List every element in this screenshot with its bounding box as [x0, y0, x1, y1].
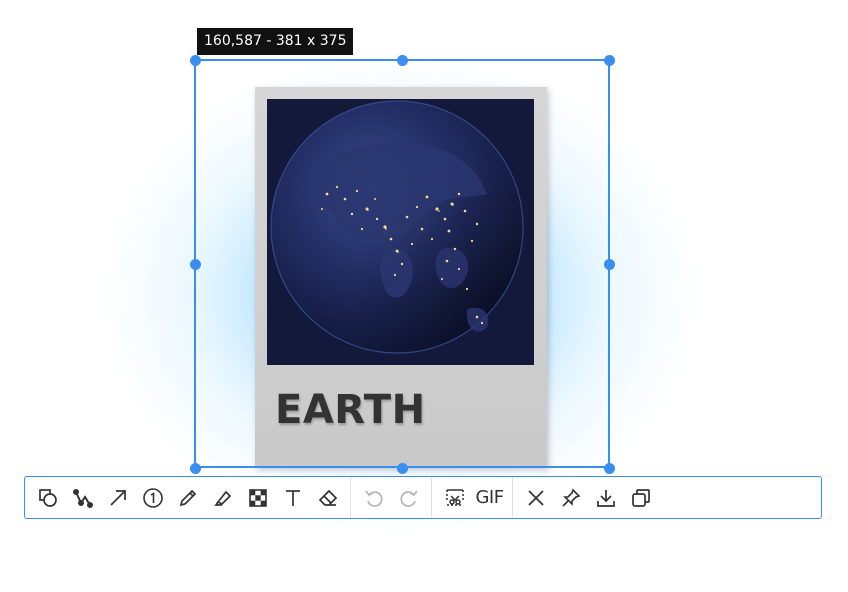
bezier-icon	[72, 488, 93, 508]
close-button[interactable]	[518, 477, 553, 518]
save-button[interactable]	[588, 477, 623, 518]
undo-icon	[364, 489, 383, 507]
drawing-tools-group	[25, 477, 350, 518]
eraser-icon	[318, 489, 337, 506]
undo-button[interactable]	[356, 477, 391, 518]
resize-handle-bottom[interactable]	[396, 462, 408, 474]
capture-group: GIF	[432, 477, 512, 518]
resize-handle-bottom-right[interactable]	[603, 462, 615, 474]
selection-box[interactable]	[194, 59, 610, 468]
pencil-icon	[179, 489, 196, 506]
redo-button[interactable]	[391, 477, 426, 518]
shapes-icon	[38, 488, 57, 507]
pin-button[interactable]	[553, 477, 588, 518]
pin-icon	[561, 488, 580, 507]
curve-tool[interactable]	[65, 477, 100, 518]
resize-handle-top-right[interactable]	[603, 54, 615, 66]
resize-handle-right[interactable]	[603, 258, 615, 270]
number-marker-tool[interactable]	[135, 477, 170, 518]
copy-button[interactable]	[623, 477, 658, 518]
redo-icon	[399, 489, 418, 507]
copy-icon	[631, 488, 650, 507]
text-tool[interactable]	[275, 477, 310, 518]
scroll-capture-button[interactable]	[437, 477, 472, 518]
scroll-capture-icon	[445, 488, 464, 506]
resize-handle-left[interactable]	[189, 258, 201, 270]
resize-handle-bottom-left[interactable]	[189, 462, 201, 474]
highlighter-icon	[213, 490, 231, 506]
pen-tool[interactable]	[170, 477, 205, 518]
history-group	[351, 477, 431, 518]
close-icon	[527, 489, 544, 506]
mosaic-tool[interactable]	[240, 477, 275, 518]
arrow-tool[interactable]	[100, 477, 135, 518]
mosaic-icon	[248, 488, 267, 507]
highlighter-tool[interactable]	[205, 477, 240, 518]
download-icon	[596, 489, 615, 507]
resize-handle-top[interactable]	[396, 54, 408, 66]
shape-tool[interactable]	[30, 477, 65, 518]
arrow-icon	[109, 489, 126, 506]
circled-number-icon	[142, 487, 163, 508]
resize-handle-top-left[interactable]	[189, 54, 201, 66]
text-icon	[285, 489, 300, 506]
gif-button[interactable]: GIF	[472, 477, 507, 518]
selection-size-label: 160,587 - 381 x 375	[197, 28, 354, 55]
eraser-tool[interactable]	[310, 477, 345, 518]
actions-group	[513, 477, 663, 518]
annotation-toolbar: GIF	[24, 476, 822, 519]
